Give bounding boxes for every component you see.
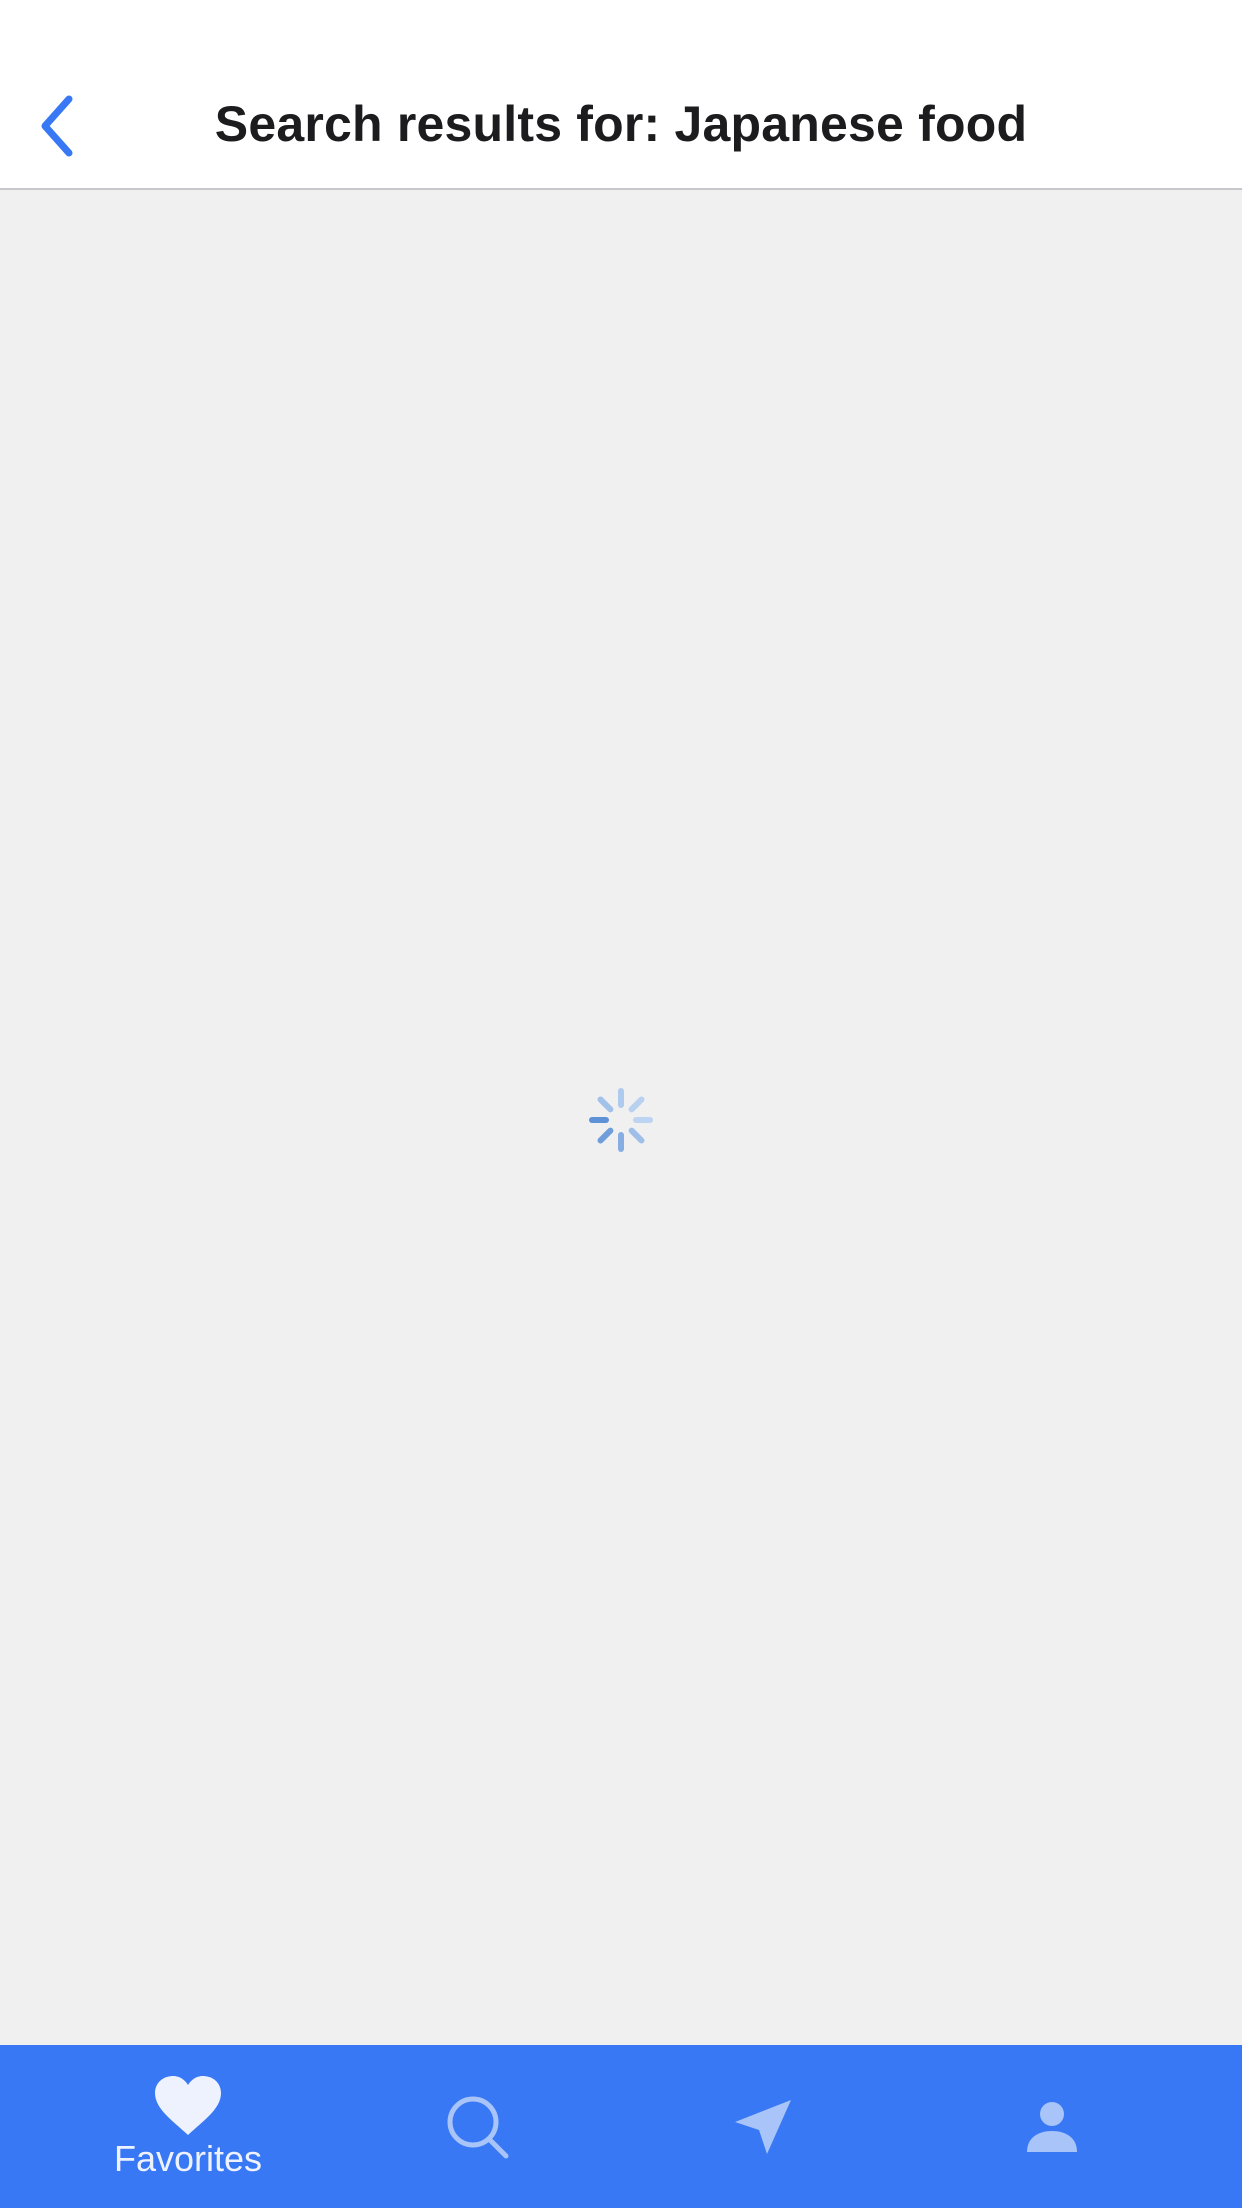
tab-search[interactable] <box>418 2045 538 2208</box>
nav-header: Search results for: Japanese food <box>0 0 1242 190</box>
heart-icon <box>155 2075 221 2135</box>
tab-favorites[interactable]: Favorites <box>88 2045 288 2208</box>
search-icon <box>447 2096 509 2158</box>
person-icon <box>1027 2101 1077 2152</box>
location-arrow-icon <box>735 2099 791 2154</box>
tab-favorites-label: Favorites <box>113 2137 263 2179</box>
tab-profile[interactable] <box>992 2045 1112 2208</box>
tab-bar: Favorites <box>0 2045 1242 2208</box>
page-title: Search results for: Japanese food <box>214 96 1028 152</box>
activity-spinner-icon <box>589 1088 653 1152</box>
tab-nearby[interactable] <box>703 2045 823 2208</box>
